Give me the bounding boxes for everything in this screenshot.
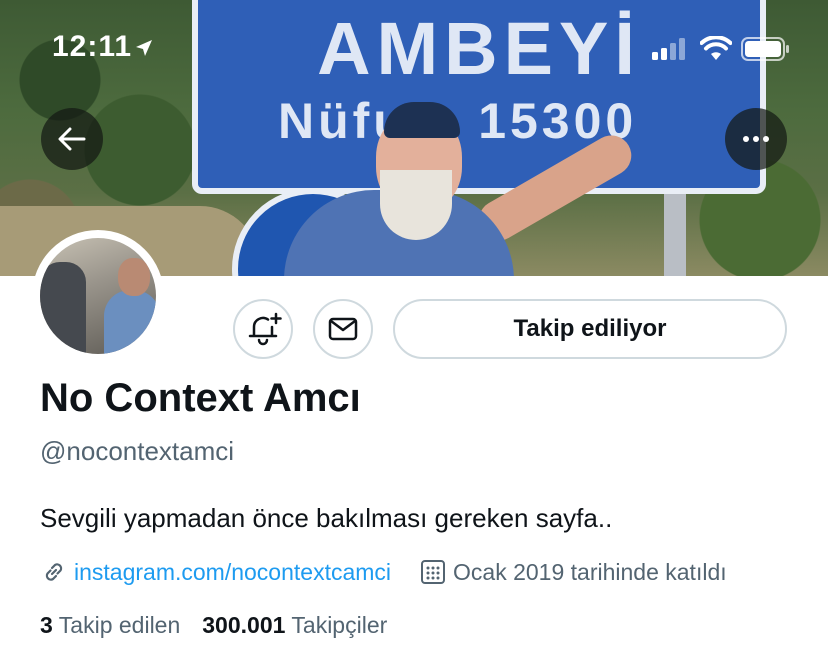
following-button[interactable]: Takip ediliyor	[393, 299, 787, 359]
display-name: No Context Amcı	[40, 376, 361, 420]
profile-bio: Sevgili yapmadan önce bakılması gereken …	[40, 503, 613, 533]
profile-meta: instagram.com/nocontextcamci Ocak 2019 t…	[40, 556, 727, 588]
wifi-icon	[700, 36, 732, 60]
more-options-button[interactable]	[725, 108, 787, 170]
following-label: Takip edilen	[58, 612, 181, 638]
followers-count: 300.001	[202, 612, 286, 638]
avatar-figure-left	[40, 262, 86, 354]
status-time: 12:11	[52, 30, 133, 63]
location-arrow-icon	[136, 40, 152, 56]
join-date: Ocak 2019 tarihinde katıldı	[453, 558, 727, 585]
avatar[interactable]	[32, 230, 164, 362]
following-stat[interactable]: 3 Takip edilen	[40, 612, 180, 639]
avatar-image	[40, 238, 156, 354]
arrow-left-icon	[58, 127, 86, 151]
website-link[interactable]: instagram.com/nocontextcamci	[74, 559, 391, 586]
status-bar: 12:11	[0, 0, 828, 100]
avatar-figure-right	[104, 290, 156, 354]
username-handle: @nocontextamci	[40, 436, 235, 466]
cellular-signal-icon	[652, 38, 685, 60]
envelope-icon	[328, 317, 358, 341]
followers-label: Takipçiler	[291, 612, 388, 638]
bell-plus-icon	[248, 312, 282, 346]
followers-stat[interactable]: 300.001 Takipçiler	[202, 612, 387, 639]
banner-person-beard	[380, 170, 452, 240]
link-icon	[45, 563, 63, 581]
following-count: 3	[40, 612, 53, 638]
calendar-icon	[421, 560, 446, 584]
follow-stats: 3 Takip edilen 300.001 Takipçiler	[40, 612, 387, 639]
avatar-figure-head	[118, 258, 150, 296]
battery-icon	[741, 37, 789, 61]
back-button[interactable]	[41, 108, 103, 170]
message-button[interactable]	[313, 299, 373, 359]
notifications-button[interactable]	[233, 299, 293, 359]
more-horizontal-icon	[743, 136, 769, 142]
